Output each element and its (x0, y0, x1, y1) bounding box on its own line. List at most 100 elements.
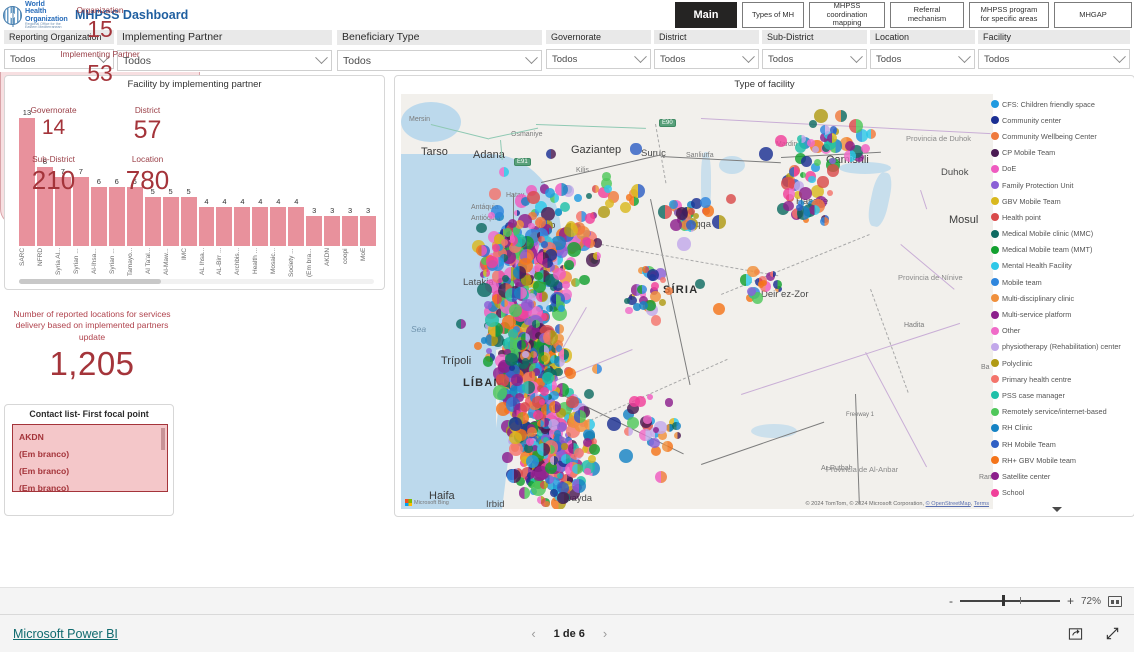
zoom-in-button[interactable]: + (1067, 594, 1074, 608)
map-facility-marker[interactable] (475, 222, 487, 234)
map-facility-marker[interactable] (813, 108, 829, 124)
map-facility-marker[interactable] (826, 190, 833, 197)
bar[interactable] (306, 216, 323, 246)
zoom-out-button[interactable]: - (949, 594, 953, 608)
map-facility-marker[interactable] (519, 401, 530, 412)
bar-column[interactable]: 4 (234, 98, 251, 246)
map-facility-marker[interactable] (664, 398, 674, 407)
legend-item[interactable]: Polyclinic (991, 355, 1131, 371)
map-facility-marker[interactable] (711, 214, 727, 230)
map-facility-marker[interactable] (829, 157, 836, 164)
contact-list-panel[interactable]: Contact list- First focal point AKDN (Em… (4, 404, 174, 516)
map-facility-marker[interactable] (502, 228, 512, 238)
map-facility-marker[interactable] (489, 188, 501, 200)
map-facility-marker[interactable] (794, 141, 806, 154)
legend-item[interactable]: Health point (991, 209, 1131, 225)
list-item[interactable]: (Em branco) (19, 480, 161, 491)
map-facility-marker[interactable] (537, 443, 550, 456)
map-facility-marker[interactable] (726, 194, 736, 204)
bar-column[interactable]: 4 (216, 98, 233, 246)
map-facility-marker[interactable] (646, 393, 654, 401)
map-facility-marker[interactable] (606, 416, 622, 432)
map-facility-marker[interactable] (865, 128, 877, 140)
map-facility-marker[interactable] (558, 349, 570, 360)
fullscreen-icon[interactable] (1105, 626, 1120, 641)
map-facility-marker[interactable] (657, 204, 673, 220)
legend-item[interactable]: DoE (991, 161, 1131, 177)
map-facility-marker[interactable] (618, 448, 634, 464)
map-facility-marker[interactable] (571, 478, 587, 494)
map-facility-marker[interactable] (747, 265, 760, 278)
map-facility-marker[interactable] (797, 134, 806, 144)
map-facility-marker[interactable] (511, 374, 523, 386)
map-facility-marker[interactable] (554, 208, 563, 217)
zoom-slider-thumb[interactable] (1001, 595, 1005, 607)
map-facility-marker[interactable] (695, 279, 705, 289)
map-facility-marker[interactable] (652, 426, 659, 433)
map-facility-marker[interactable] (564, 260, 574, 270)
bar[interactable] (108, 187, 125, 246)
map-facility-marker[interactable] (561, 453, 572, 464)
map-facility-marker[interactable] (639, 300, 649, 310)
map-facility-marker[interactable] (521, 357, 529, 365)
map-facility-marker[interactable] (482, 356, 493, 367)
map-legend[interactable]: CFS: Children friendly space Community ce… (991, 96, 1131, 508)
map-facility-marker[interactable] (526, 471, 534, 479)
map-facility-marker[interactable] (746, 286, 757, 296)
bar[interactable] (324, 216, 341, 246)
map-facility-marker[interactable] (546, 304, 554, 312)
map-facility-marker[interactable] (563, 223, 578, 238)
map-facility-marker[interactable] (591, 363, 603, 375)
type-of-facility-map[interactable]: Type of facility Mersin Tarso Adana Osmaniy… (394, 75, 1134, 517)
legend-item[interactable]: Mobile team (991, 274, 1131, 290)
legend-item[interactable]: CFS: Children friendly space (991, 96, 1131, 112)
bar[interactable] (126, 187, 143, 246)
map-facility-marker[interactable] (573, 409, 587, 423)
map-facility-marker[interactable] (605, 198, 615, 208)
map-facility-marker[interactable] (516, 340, 527, 350)
bar-column[interactable]: 4 (252, 98, 269, 246)
list-item[interactable]: (Em branco) (19, 463, 161, 480)
tab-mhpss-program-specific-areas[interactable]: MHPSS program for specific areas (969, 2, 1049, 28)
map-facility-marker[interactable] (566, 242, 582, 257)
map-facility-marker[interactable] (658, 299, 666, 307)
legend-item[interactable]: School (991, 485, 1131, 501)
map-facility-marker[interactable] (487, 211, 496, 219)
map-facility-marker[interactable] (798, 186, 812, 201)
bar[interactable] (252, 207, 269, 246)
map-facility-marker[interactable] (699, 196, 711, 208)
legend-item[interactable]: Medical Mobile clinic (MMC) (991, 226, 1131, 242)
map-facility-marker[interactable] (573, 447, 585, 458)
map-facility-marker[interactable] (570, 277, 581, 288)
bar-column[interactable]: 4 (198, 98, 215, 246)
map-facility-marker[interactable] (677, 237, 691, 251)
slicer-dropdown-sub-district[interactable]: Todos (762, 49, 867, 69)
map-facility-marker[interactable] (544, 500, 551, 507)
map-facility-marker[interactable] (674, 432, 682, 440)
map-facility-marker[interactable] (527, 191, 540, 204)
map-facility-marker[interactable] (834, 109, 848, 123)
map-facility-marker[interactable] (544, 187, 555, 198)
tab-mhgap[interactable]: MHGAP (1054, 2, 1132, 28)
legend-item[interactable]: Community center (991, 112, 1131, 128)
map-facility-marker[interactable] (485, 347, 493, 354)
map-facility-marker[interactable] (808, 175, 816, 183)
bar-column[interactable]: 4 (270, 98, 287, 246)
map-facility-marker[interactable] (507, 218, 517, 229)
bar[interactable] (162, 197, 179, 246)
slicer-dropdown-facility[interactable]: Todos (978, 49, 1130, 69)
list-item[interactable]: AKDN (19, 429, 161, 446)
previous-page-button[interactable]: ‹ (531, 626, 535, 641)
map-facility-marker[interactable] (623, 426, 634, 436)
bar[interactable] (234, 207, 251, 246)
map-facility-marker[interactable] (548, 401, 561, 414)
legend-item[interactable]: CP Mobile Team (991, 145, 1131, 161)
map-facility-marker[interactable] (500, 238, 508, 246)
legend-item[interactable]: Medical Mobile team (MMT) (991, 242, 1131, 258)
map-facility-marker[interactable] (826, 164, 840, 177)
map-canvas[interactable]: Mersin Tarso Adana Osmaniye Gaziantep Kilis Su… (401, 94, 993, 509)
map-facility-marker[interactable] (772, 279, 782, 289)
map-facility-marker[interactable] (579, 275, 590, 286)
chart-horizontal-scrollbar[interactable] (19, 279, 374, 284)
map-facility-marker[interactable] (541, 241, 548, 248)
